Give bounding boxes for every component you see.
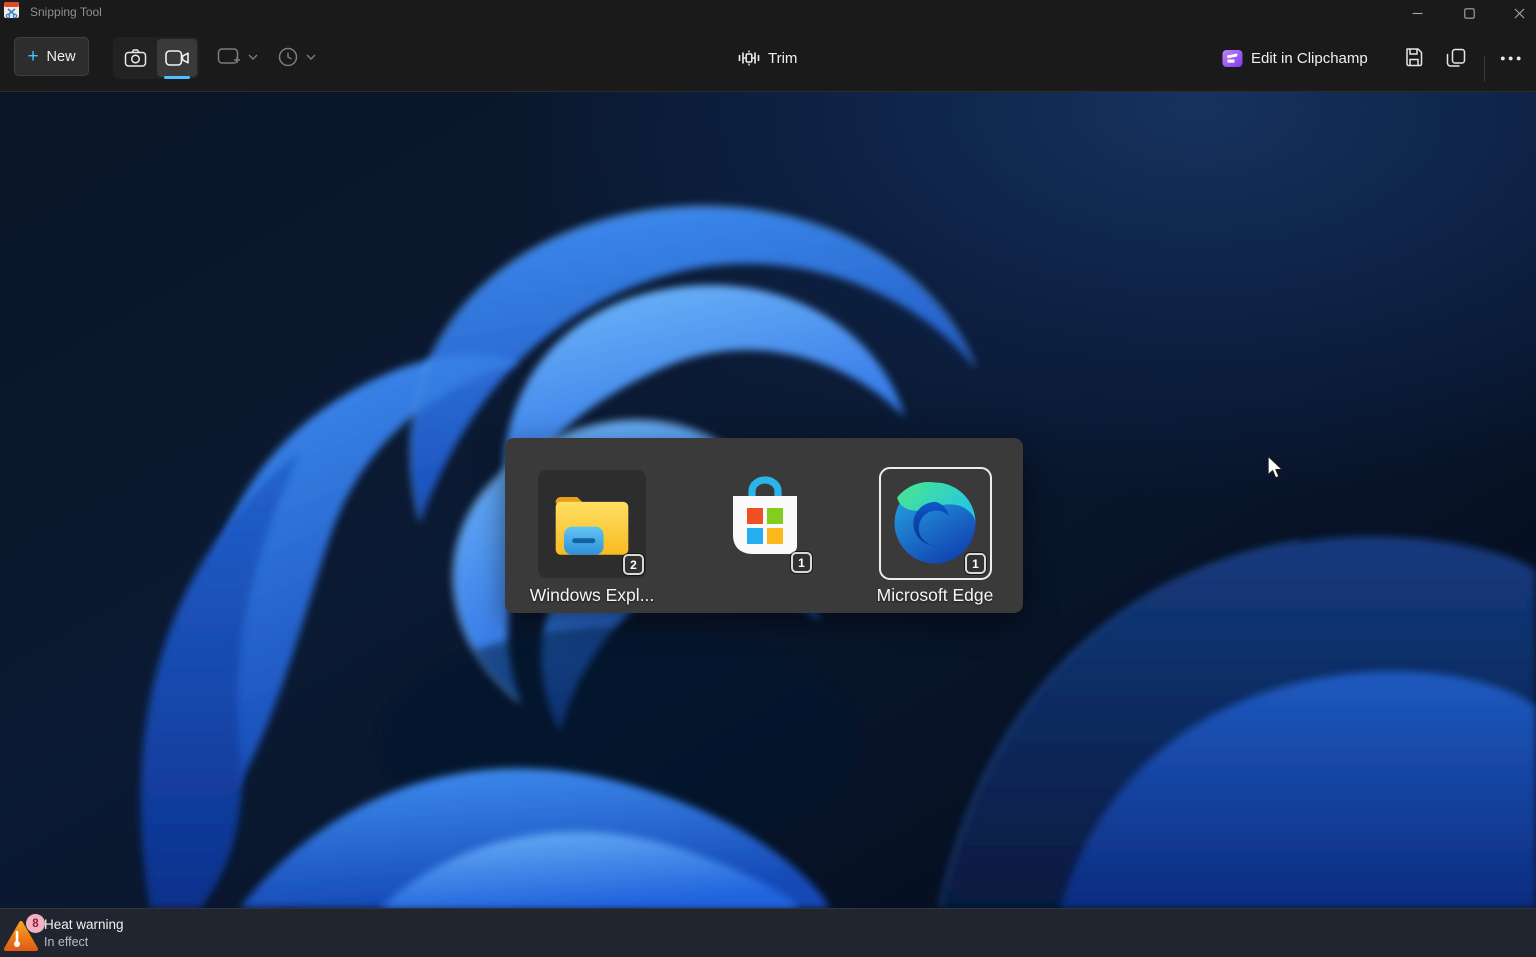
toolbar-divider: [1484, 56, 1485, 82]
trim-icon: [738, 48, 760, 68]
weather-widget[interactable]: 8 Heat warning In effect: [0, 909, 210, 957]
app-switcher-overlay: 2 Windows Expl... 1: [505, 438, 1023, 613]
file-explorer-icon: [552, 492, 632, 558]
chevron-down-icon: [306, 54, 316, 60]
selected-mode-indicator: [164, 76, 190, 79]
trim-button[interactable]: Trim: [726, 38, 809, 78]
save-button[interactable]: [1396, 40, 1432, 76]
photo-mode-button[interactable]: [115, 39, 155, 77]
close-button[interactable]: [1496, 0, 1536, 26]
snip-shape-dropdown[interactable]: [217, 46, 258, 68]
mouse-cursor: [1262, 454, 1288, 482]
copy-icon-button[interactable]: [1438, 40, 1474, 76]
minimize-icon: [1412, 8, 1423, 19]
taskbar: 8 Heat warning In effect: [0, 908, 1536, 957]
maximize-button[interactable]: [1446, 0, 1492, 26]
clipchamp-icon: [1222, 48, 1243, 69]
copy-icon: [1446, 48, 1466, 68]
snipping-toolbar: + New: [0, 24, 1536, 92]
snipping-tool-window: Snipping Tool + New: [0, 0, 1536, 957]
more-options-button[interactable]: ●●●: [1494, 40, 1530, 76]
switcher-item-label: Microsoft Edge: [825, 585, 1045, 606]
window-count-badge: 1: [791, 552, 812, 573]
edit-in-clipchamp-button[interactable]: Edit in Clipchamp: [1212, 38, 1378, 78]
capture-preview: 2 Windows Expl... 1: [0, 92, 1536, 908]
switcher-item-windows-explorer[interactable]: 2: [538, 470, 646, 578]
window-count-badge: 2: [623, 554, 644, 575]
minimize-button[interactable]: [1394, 0, 1440, 26]
save-icon: [1404, 48, 1424, 68]
switcher-item-microsoft-store[interactable]: 1: [717, 476, 813, 572]
weather-title: Heat warning: [44, 917, 124, 932]
titlebar: Snipping Tool: [0, 0, 1536, 24]
new-button-label: New: [47, 49, 76, 65]
close-icon: [1514, 8, 1525, 19]
ellipsis-icon: ●●●: [1500, 53, 1524, 63]
delay-dropdown[interactable]: [277, 46, 316, 68]
maximize-icon: [1464, 8, 1475, 19]
new-capture-button[interactable]: + New: [14, 37, 89, 76]
snip-shape-icon: [217, 46, 241, 68]
snipping-tool-icon: [3, 2, 21, 20]
capture-mode-toggle: [113, 37, 199, 79]
window-count-badge: 1: [965, 553, 986, 574]
trim-label: Trim: [768, 50, 797, 67]
switcher-item-microsoft-edge[interactable]: 1: [879, 467, 992, 580]
video-mode-button[interactable]: [157, 39, 197, 77]
plus-icon: +: [27, 47, 38, 66]
window-title: Snipping Tool: [30, 0, 102, 24]
video-camera-icon: [165, 49, 190, 67]
clipchamp-label: Edit in Clipchamp: [1251, 50, 1368, 67]
weather-subtitle: In effect: [44, 935, 88, 949]
camera-icon: [124, 48, 147, 68]
weather-alert-badge: 8: [26, 914, 45, 933]
switcher-item-label: Windows Expl...: [482, 585, 702, 606]
chevron-down-icon: [248, 54, 258, 60]
delay-clock-icon: [277, 46, 299, 68]
